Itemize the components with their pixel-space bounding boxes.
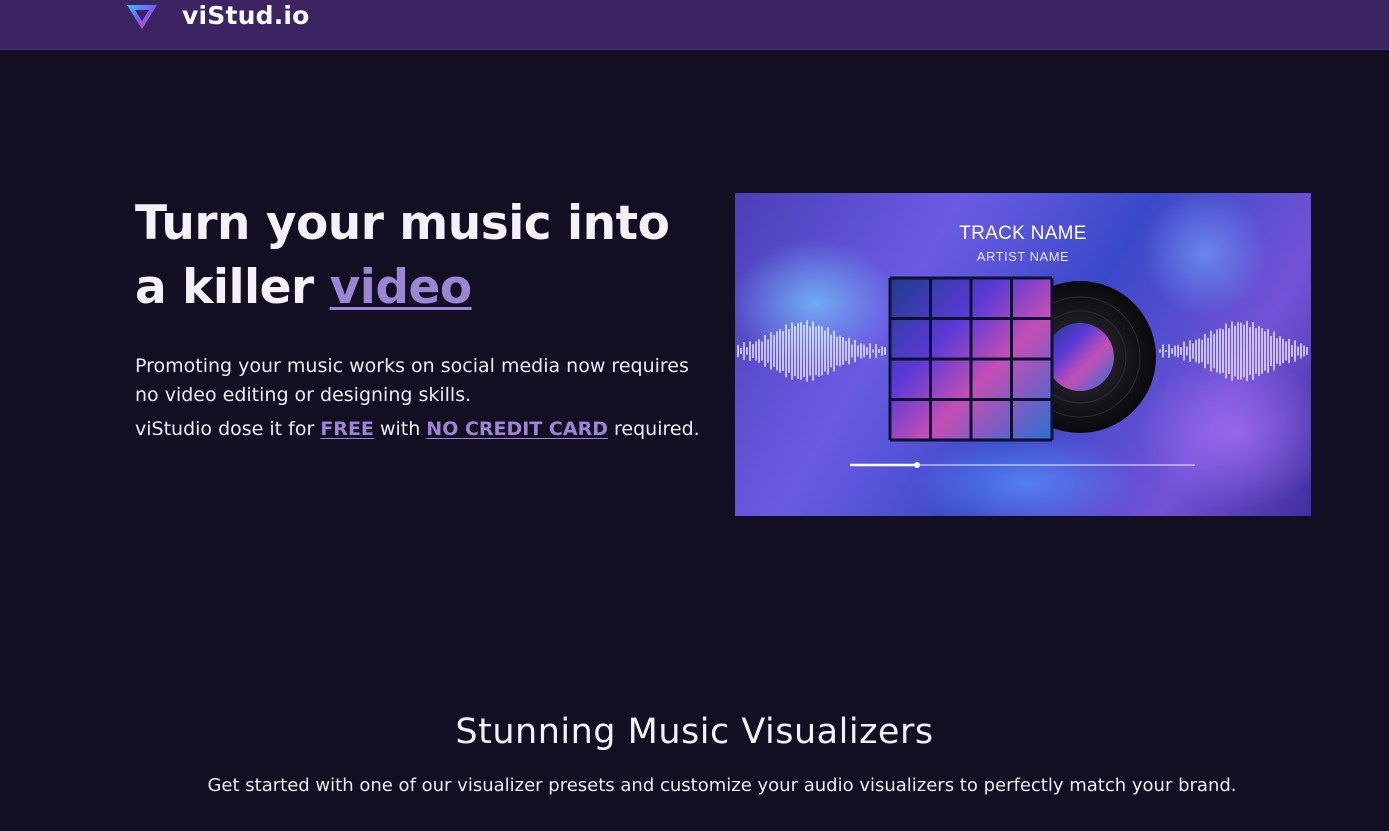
offer-suffix: required.	[607, 418, 700, 440]
free-link[interactable]: FREE	[320, 418, 374, 440]
section-subtitle: Get started with one of our visualizer p…	[0, 775, 1389, 796]
offer-mid: with	[373, 418, 427, 440]
top-navbar: viStud.io	[0, 0, 1389, 50]
track-name-label: TRACK NAME	[959, 223, 1087, 244]
no-credit-card-link[interactable]: NO CREDIT CARD	[426, 418, 608, 440]
section-subtitle-text: Get started with one of our visualizer p…	[207, 775, 1237, 796]
hero-offer: viStudio dose it for FREE with NO CREDIT…	[135, 415, 735, 444]
hero-title: Turn your music into a killer video	[135, 192, 715, 320]
logo-icon[interactable]	[126, 2, 158, 30]
section-title: Stunning Music Visualizers	[455, 712, 934, 752]
artist-name-label: ARTIST NAME	[976, 249, 1070, 264]
brand-name[interactable]: viStud.io	[182, 0, 310, 32]
video-link[interactable]: video	[330, 260, 473, 315]
visualizer-preview-image: TRACK NAME ARTIST NAME	[735, 193, 1311, 516]
hero-description: Promoting your music works on social med…	[135, 355, 689, 406]
offer-prefix: viStudio dose it for	[135, 418, 321, 440]
